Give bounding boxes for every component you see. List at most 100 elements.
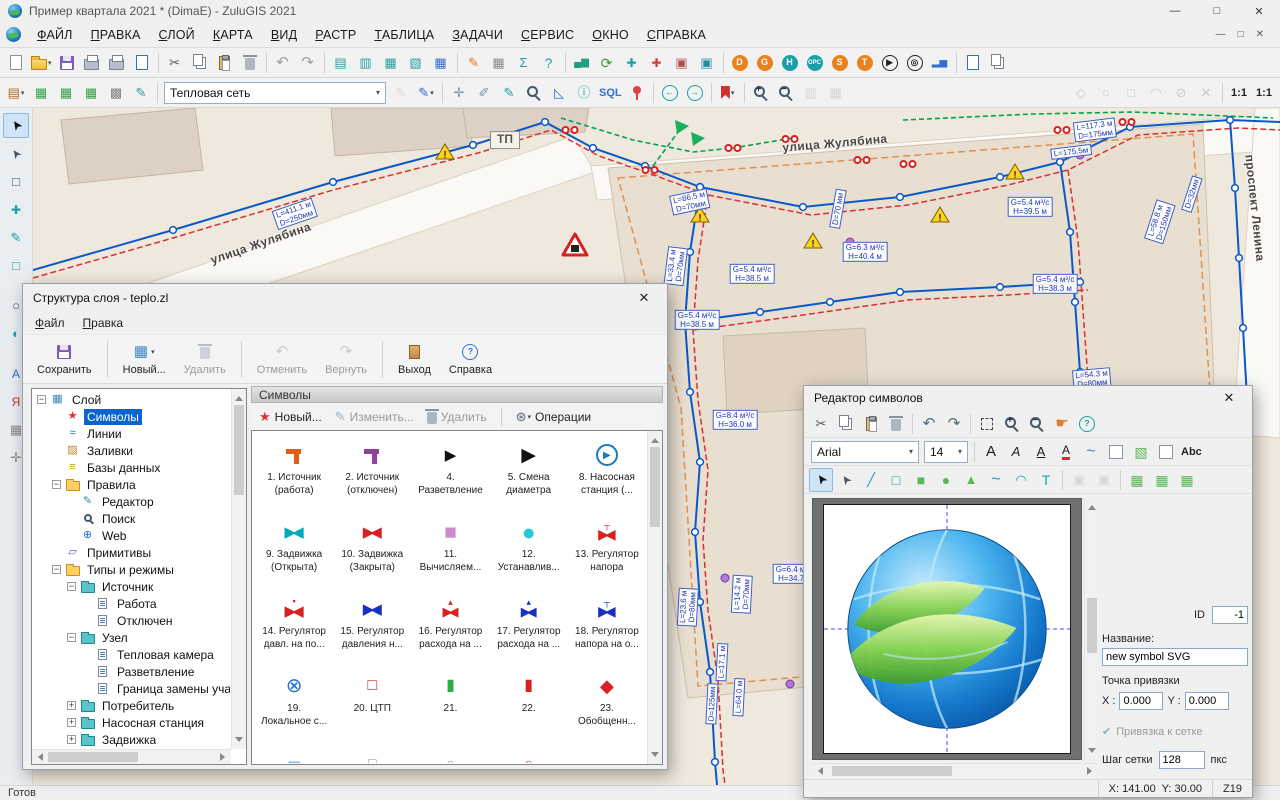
grid-view[interactable]: ▦ — [824, 81, 848, 105]
new-item-button[interactable]: ▦▾Новый... — [115, 336, 174, 382]
copy[interactable] — [188, 51, 212, 75]
copy-map[interactable] — [986, 51, 1010, 75]
text-style-abc[interactable]: Abc — [1179, 440, 1204, 464]
print[interactable] — [80, 51, 104, 75]
paste[interactable] — [859, 412, 883, 436]
pages-view[interactable]: ▥ — [799, 81, 823, 105]
module-scada[interactable]: S — [828, 51, 852, 75]
symbol-canvas[interactable] — [812, 498, 1082, 760]
add-node-tool[interactable]: ✚ — [3, 197, 29, 222]
save-layer-button[interactable]: Сохранить — [29, 336, 100, 382]
view-back[interactable]: ← — [658, 81, 682, 105]
layers-palette[interactable]: ▤▾ — [4, 81, 28, 105]
tree-item-4[interactable]: ▨Заливки — [33, 442, 230, 459]
tree-item-8[interactable]: Поиск — [33, 510, 230, 527]
arc-tool[interactable]: ◠ — [1009, 468, 1033, 492]
exit-button[interactable]: Выход — [390, 336, 439, 382]
layer-locked[interactable]: ✎ — [389, 81, 413, 105]
symbol-cell[interactable]: ▶8. Насоснаястанция (... — [568, 435, 646, 512]
id-input[interactable] — [1212, 606, 1248, 624]
shape-clear[interactable]: ✕ — [1194, 81, 1218, 105]
symbol-delete-button[interactable]: Удалить — [427, 409, 487, 424]
tree-item-16[interactable]: Тепловая камера — [33, 646, 230, 663]
polygon-tool[interactable]: ▲ — [959, 468, 983, 492]
tree-item-21[interactable]: +Задвижка — [33, 731, 230, 748]
undo[interactable]: ↶ — [917, 412, 941, 436]
delete[interactable] — [238, 51, 262, 75]
symbol-cell[interactable]: ▭ — [255, 743, 333, 763]
tree-item-20[interactable]: +Насосная станция — [33, 714, 230, 731]
symbol-cell[interactable]: ●12.Устанавлив... — [490, 512, 568, 589]
cut[interactable]: ✂ — [809, 412, 833, 436]
ungroup-tool[interactable]: ▣ — [1092, 468, 1116, 492]
open-layer[interactable]: ▾ — [29, 51, 54, 75]
dialog-close-button[interactable]: ✕ — [1216, 390, 1242, 406]
dialog-title-bar[interactable]: Структура слоя - teplo.zl ✕ — [23, 284, 667, 312]
symbol-cell[interactable]: □20. ЦТП — [333, 666, 411, 743]
new-map-window[interactable] — [961, 51, 985, 75]
marquee-select[interactable] — [975, 412, 999, 436]
table-structure[interactable]: ▦ — [379, 51, 403, 75]
bookmarks[interactable]: ▾ — [716, 81, 740, 105]
image-frame[interactable]: ▦ — [1175, 468, 1199, 492]
font-size-combo[interactable]: 14▾ — [924, 441, 968, 463]
symbol-cell[interactable]: ▶◀9. Задвижка(Открыта) — [255, 512, 333, 589]
new-document[interactable] — [4, 51, 28, 75]
tree-expander[interactable]: − — [67, 633, 76, 642]
ellipse-tool[interactable]: ● — [934, 468, 958, 492]
symbol-name-input[interactable] — [1102, 648, 1248, 666]
anchor-y-input[interactable] — [1185, 692, 1229, 710]
data-grid[interactable]: ▦ — [487, 51, 511, 75]
rect-tool[interactable]: □ — [884, 468, 908, 492]
redo-button[interactable]: ↷Вернуть — [317, 336, 375, 382]
font-underline[interactable]: A — [1029, 440, 1053, 464]
menu-item-11[interactable]: СПРАВКА — [638, 24, 715, 46]
pan-tool[interactable]: ✛ — [447, 81, 471, 105]
line-style[interactable]: ~ — [1079, 440, 1103, 464]
polyline-tool[interactable]: ╱ — [859, 468, 883, 492]
add-node-red[interactable]: ✚ — [645, 51, 669, 75]
snap-checkbox[interactable]: ✔ — [1102, 725, 1111, 738]
select-rect-tool[interactable]: □ — [3, 169, 29, 194]
table-view[interactable]: ▥ — [354, 51, 378, 75]
layer-new[interactable]: ▦ — [29, 81, 53, 105]
anchor-x-input[interactable] — [1119, 692, 1163, 710]
tree-item-14[interactable]: Отключен — [33, 612, 230, 629]
fill-style[interactable]: ▧ — [1129, 440, 1153, 464]
module-hydraulics[interactable]: H — [778, 51, 802, 75]
chart-tool[interactable]: ▄▆ — [570, 51, 594, 75]
symbol-edit-button[interactable]: ✎Изменить... — [335, 410, 414, 424]
consumer-tool[interactable]: ▣ — [695, 51, 719, 75]
select-tool[interactable]: ➤ — [809, 468, 833, 492]
add-node-teal[interactable]: ✚ — [620, 51, 644, 75]
text-tool[interactable]: T — [1034, 468, 1058, 492]
tree-item-6[interactable]: −Правила — [33, 476, 230, 493]
query-builder[interactable]: ▧ — [404, 51, 428, 75]
undo[interactable]: ↶ — [271, 51, 295, 75]
tree-expander[interactable]: + — [67, 735, 76, 744]
tree-expander[interactable]: − — [67, 582, 76, 591]
tree-item-1[interactable]: −▦Слой — [33, 391, 230, 408]
select-area-tool[interactable]: □ — [3, 253, 29, 278]
tree-expander[interactable]: + — [67, 718, 76, 727]
symbol-cell[interactable]: ▶4.Разветвление — [411, 435, 489, 512]
insert-image[interactable]: ▦ — [1125, 468, 1149, 492]
symbol-cell[interactable]: ┬▶◀13. Регуляторнапора — [568, 512, 646, 589]
tree-expander[interactable]: − — [52, 480, 61, 489]
map-edit[interactable]: ✎ — [129, 81, 153, 105]
font-family-combo[interactable]: Arial▾ — [811, 441, 919, 463]
symbol-cell[interactable]: ▶◀15. Регулятордавления н... — [333, 589, 411, 666]
symbol-cell[interactable]: ○ — [490, 743, 568, 763]
pan-hand[interactable]: ☛ — [1050, 412, 1074, 436]
monitor[interactable]: ◎ — [903, 51, 927, 75]
menu-item-7[interactable]: ТАБЛИЦА — [365, 24, 443, 46]
symbol-cell[interactable]: □ — [333, 743, 411, 763]
view-forward[interactable]: → — [683, 81, 707, 105]
tree-expander[interactable]: + — [67, 701, 76, 710]
delete[interactable] — [884, 412, 908, 436]
dialog-close-button[interactable]: ✕ — [631, 290, 657, 306]
tree-item-11[interactable]: −Типы и режимы — [33, 561, 230, 578]
module-graphs[interactable]: G — [753, 51, 777, 75]
zoom-in[interactable] — [749, 81, 773, 105]
redo[interactable]: ↷ — [942, 412, 966, 436]
